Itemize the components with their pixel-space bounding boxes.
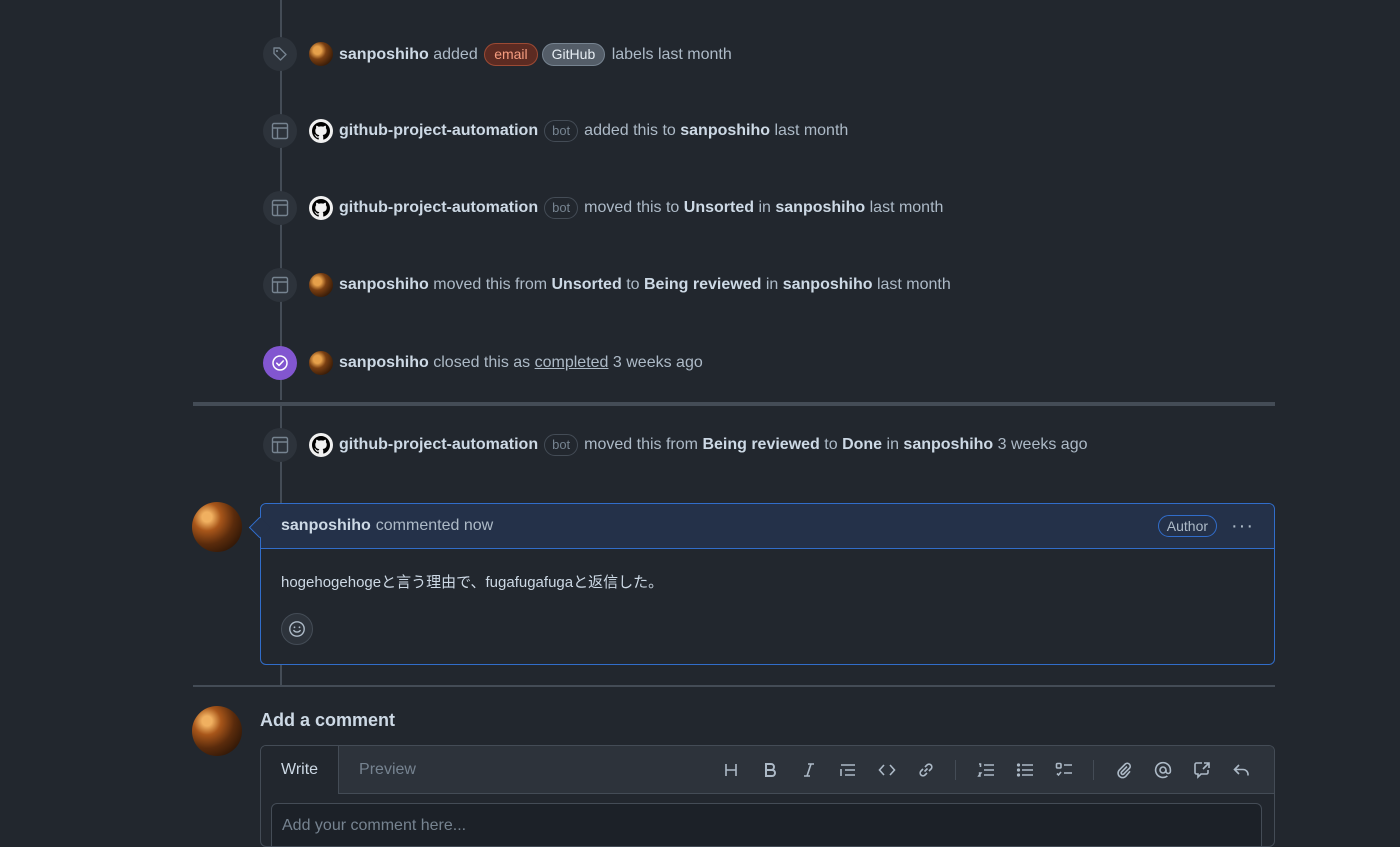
- italic-icon[interactable]: [789, 755, 828, 785]
- bot-tag: bot: [544, 434, 579, 456]
- column-to: Done: [842, 436, 883, 453]
- add-reaction-button[interactable]: [281, 613, 313, 645]
- current-user-avatar[interactable]: [192, 706, 242, 756]
- event-suffix: labels: [611, 45, 654, 63]
- event-time[interactable]: last month: [774, 122, 848, 139]
- smiley-icon: [289, 621, 305, 637]
- cross-reference-icon[interactable]: [1182, 755, 1221, 785]
- event-in: in: [886, 436, 899, 453]
- event-time[interactable]: last month: [877, 276, 951, 293]
- tab-write[interactable]: Write: [261, 746, 340, 794]
- timeline-divider: [193, 402, 1275, 406]
- comment-author-avatar[interactable]: [192, 502, 242, 552]
- github-mark-icon[interactable]: [309, 196, 333, 220]
- numbered-list-icon[interactable]: [966, 755, 1005, 785]
- event-verb: added: [433, 45, 478, 63]
- event-to: to: [626, 276, 640, 293]
- editor-toolbar: Write Preview: [261, 746, 1274, 794]
- bullet-list-icon[interactable]: [1005, 755, 1044, 785]
- event-text: added this to: [584, 122, 676, 139]
- event-text: moved this to: [584, 199, 680, 216]
- comment-textarea[interactable]: [271, 803, 1262, 846]
- comment-header: sanposhiho commented now Author ···: [248, 504, 1274, 549]
- table-icon: [263, 428, 297, 462]
- link-icon[interactable]: [906, 755, 945, 785]
- add-comment-title: Add a comment: [260, 710, 396, 730]
- event-time[interactable]: 3 weeks ago: [613, 354, 703, 371]
- comment-editor: Write Preview: [260, 745, 1275, 847]
- timeline-event-project-move: github-project-automation bot moved this t…: [263, 190, 943, 226]
- toolbar-separator: [955, 759, 956, 780]
- state-link[interactable]: completed: [535, 354, 609, 371]
- label-email[interactable]: email: [484, 42, 538, 66]
- timeline-line: [280, 663, 282, 685]
- timeline-event-labels: sanposhiho added email GitHub labels last…: [263, 36, 732, 72]
- comment-meta[interactable]: commented now: [376, 517, 493, 535]
- avatar[interactable]: [309, 273, 333, 297]
- event-to: to: [824, 436, 838, 453]
- column-from: Being reviewed: [702, 436, 820, 453]
- task-list-icon[interactable]: [1044, 755, 1083, 785]
- github-mark-icon[interactable]: [309, 433, 333, 457]
- github-mark-icon[interactable]: [309, 119, 333, 143]
- tag-icon: [263, 37, 297, 71]
- code-icon[interactable]: [867, 755, 906, 785]
- event-in: in: [758, 199, 771, 216]
- table-icon: [263, 268, 297, 302]
- tab-preview[interactable]: Preview: [339, 746, 436, 793]
- reply-icon[interactable]: [1221, 755, 1260, 785]
- event-time[interactable]: 3 weeks ago: [998, 436, 1088, 453]
- comment-menu-button[interactable]: ···: [1231, 515, 1254, 538]
- mention-icon[interactable]: [1143, 755, 1182, 785]
- actor-link[interactable]: sanposhiho: [339, 354, 429, 371]
- heading-icon[interactable]: [711, 755, 750, 785]
- author-badge: Author: [1157, 515, 1218, 537]
- comment-body: hogehogehogeと言う理由で、fugafugafugaと返信した。: [281, 574, 664, 591]
- comment-card: sanposhiho commented now Author ··· hoge…: [248, 503, 1275, 665]
- comment-author[interactable]: sanposhiho: [281, 517, 371, 535]
- quote-icon[interactable]: [828, 755, 867, 785]
- event-time[interactable]: last month: [870, 199, 944, 216]
- bot-tag: bot: [544, 120, 579, 142]
- table-icon: [263, 191, 297, 225]
- toolbar-separator: [1093, 759, 1094, 780]
- event-time[interactable]: last month: [658, 46, 732, 63]
- avatar[interactable]: [309, 351, 333, 375]
- timeline-event-closed: sanposhiho closed this as completed 3 we…: [263, 345, 703, 381]
- avatar[interactable]: [309, 42, 333, 66]
- timeline-event-project-move: sanposhiho moved this from Unsorted to B…: [263, 267, 951, 303]
- project-link[interactable]: sanposhiho: [903, 436, 993, 453]
- bold-icon[interactable]: [750, 755, 789, 785]
- bot-tag: bot: [544, 197, 579, 219]
- timeline-event-project-move: github-project-automation bot moved this f…: [263, 427, 1088, 463]
- column-name: Unsorted: [683, 199, 755, 216]
- actor-link[interactable]: sanposhiho: [339, 276, 429, 293]
- actor-link[interactable]: github-project-automation: [339, 199, 538, 216]
- event-text: moved this from: [433, 276, 548, 293]
- event-in: in: [765, 276, 779, 293]
- timeline-event-project-add: github-project-automation bot added this t…: [263, 113, 848, 149]
- column-from: Unsorted: [551, 276, 622, 293]
- project-link[interactable]: sanposhiho: [783, 276, 873, 293]
- project-link[interactable]: sanposhiho: [775, 199, 865, 216]
- actor-link[interactable]: github-project-automation: [339, 122, 538, 139]
- actor-link[interactable]: sanposhiho: [339, 46, 429, 63]
- event-text: moved this from: [584, 436, 698, 453]
- formatting-tools: [711, 746, 1274, 793]
- comment-pointer: [248, 516, 271, 539]
- attach-icon[interactable]: [1104, 755, 1143, 785]
- column-to: Being reviewed: [643, 276, 762, 293]
- event-text: closed this as: [433, 354, 531, 371]
- project-link[interactable]: sanposhiho: [680, 122, 770, 139]
- label-github[interactable]: GitHub: [541, 42, 606, 66]
- comment-divider: [193, 685, 1275, 687]
- table-icon: [263, 114, 297, 148]
- actor-link[interactable]: github-project-automation: [339, 436, 538, 453]
- check-circle-icon: [263, 346, 297, 380]
